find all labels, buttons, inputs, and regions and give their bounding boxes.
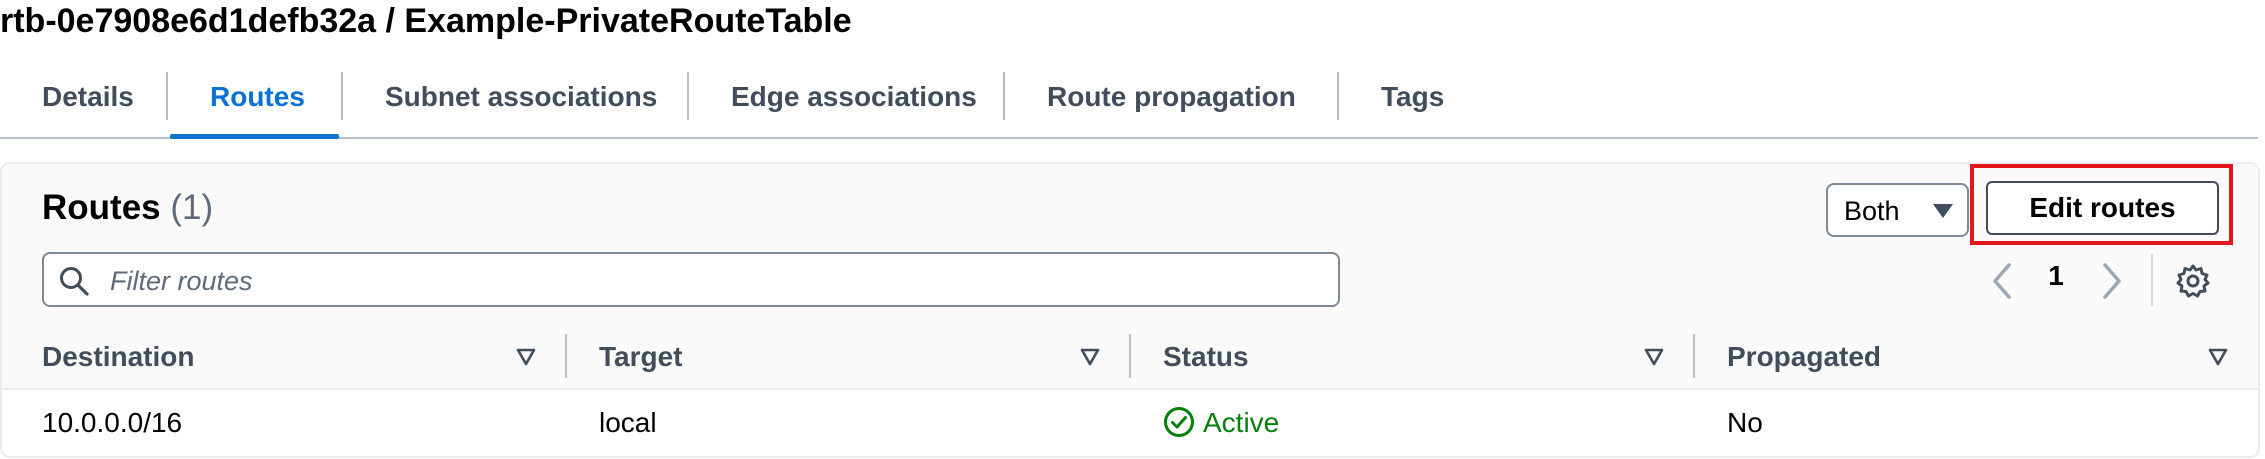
routes-panel: Routes (1) Both Edit routes 1 [0,162,2260,458]
sort-down-icon[interactable] [516,348,536,366]
route-view-select[interactable]: Both [1826,183,1969,237]
column-header-target[interactable]: Target [599,328,683,388]
column-header-status[interactable]: Status [1163,328,1249,388]
pagination-divider [2151,254,2153,306]
sort-down-icon[interactable] [1644,348,1664,366]
filter-routes-field[interactable] [42,252,1340,307]
routes-panel-header: Routes (1) Both Edit routes 1 [2,164,2258,330]
status-label: Active [1203,407,1280,438]
chevron-right-icon[interactable] [2100,262,2124,300]
table-header-row: Destination Target Status Propagated [2,328,2258,390]
column-divider[interactable] [1129,334,1131,378]
caret-down-icon [1933,204,1953,218]
page-title: rtb-0e7908e6d1defb32a / Example-PrivateR… [0,2,852,40]
routes-count: (1) [170,188,214,227]
sort-down-icon[interactable] [1080,348,1100,366]
pagination-current-page[interactable]: 1 [2042,260,2070,292]
cell-status: Active [1163,390,1279,456]
tab-details[interactable]: Details [0,62,166,137]
column-divider[interactable] [1693,334,1695,378]
table-row: 10.0.0.0/16 local Active No [2,390,2258,456]
column-divider[interactable] [565,334,567,378]
tab-edge-associations[interactable]: Edge associations [689,62,1003,137]
edit-routes-button[interactable]: Edit routes [1986,181,2219,235]
filter-routes-input[interactable] [108,256,1312,306]
routes-table: Destination Target Status Propagated 10.… [2,328,2258,456]
column-header-destination[interactable]: Destination [42,328,194,388]
cell-destination: 10.0.0.0/16 [42,407,183,438]
tab-bar: Details Routes Subnet associations Edge … [0,62,2258,139]
column-header-propagated[interactable]: Propagated [1727,328,1881,388]
search-icon [60,267,89,296]
cell-target: local [599,407,657,438]
chevron-left-icon[interactable] [1990,262,2014,300]
sort-down-icon[interactable] [2208,348,2228,366]
routes-heading-label: Routes [42,188,161,227]
routes-heading: Routes (1) [42,188,213,228]
tab-route-propagation[interactable]: Route propagation [1005,62,1337,137]
tab-routes[interactable]: Routes [168,62,341,139]
route-view-select-value: Both [1844,196,1900,226]
gear-icon[interactable] [2175,263,2211,299]
cell-propagated: No [1727,407,1763,438]
tab-tags[interactable]: Tags [1339,62,1475,137]
check-circle-icon [1164,407,1194,437]
tab-subnet-associations[interactable]: Subnet associations [343,62,687,137]
